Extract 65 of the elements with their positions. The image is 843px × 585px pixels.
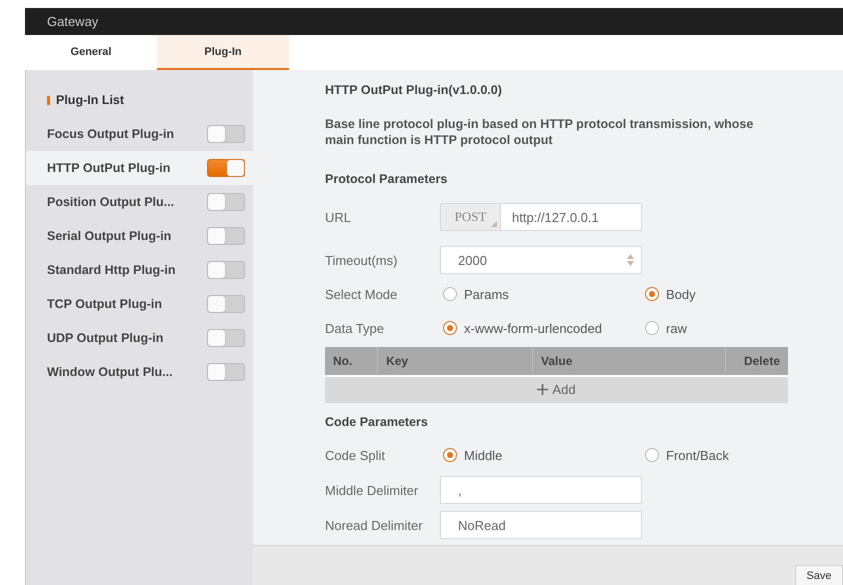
radio-button[interactable] <box>645 321 659 335</box>
plugin-item[interactable]: Position Output Plu... <box>26 185 253 219</box>
marker-icon <box>47 96 50 104</box>
window-title: Gateway <box>47 14 98 29</box>
plugin-name: Position Output Plu... <box>47 195 174 209</box>
input-field[interactable]: NoRead <box>440 511 642 539</box>
option-label: Front/Back <box>666 448 729 462</box>
radio-button[interactable] <box>645 448 659 462</box>
plugin-item[interactable]: Window Output Plu... <box>26 355 253 389</box>
spinner-icon[interactable] <box>627 254 634 266</box>
url-field[interactable]: POST http://127.0.0.1 <box>440 203 642 231</box>
radio-button[interactable] <box>443 321 457 335</box>
section-heading: Protocol Parameters <box>325 171 448 188</box>
tab[interactable]: Plug-In <box>157 35 289 70</box>
toggle-switch[interactable] <box>207 295 245 313</box>
save-button[interactable]: Save <box>795 565 843 585</box>
field-label: Timeout(ms) <box>325 252 398 268</box>
plugin-name: Serial Output Plug-in <box>47 229 172 243</box>
plugin-name: TCP Output Plug-in <box>47 297 162 311</box>
radio-button[interactable] <box>443 448 457 462</box>
field-label: Data Type <box>325 320 386 336</box>
plugin-title: HTTP OutPut Plug-in(v1.0.0.0) <box>325 82 503 98</box>
field-label: URL <box>325 210 352 224</box>
url-input[interactable]: http://127.0.0.1 <box>501 210 641 224</box>
plugin-item[interactable]: TCP Output Plug-in <box>26 287 253 321</box>
column-header: Key <box>378 347 533 376</box>
plugin-name: Standard Http Plug-in <box>47 263 176 277</box>
radio-button[interactable] <box>645 287 659 301</box>
column-header: No. <box>325 347 378 376</box>
plus-icon <box>537 384 548 395</box>
add-button[interactable]: Add <box>537 382 576 397</box>
field-label: Code Split <box>325 448 386 462</box>
radio-button[interactable] <box>443 287 457 301</box>
toggle-switch[interactable] <box>207 329 245 347</box>
plugin-description: Base line protocol plug-in based on HTTP protocol transmission, whose main function is HTTP protocol output <box>325 116 754 148</box>
plugin-item[interactable]: UDP Output Plug-in <box>26 321 253 355</box>
section-heading: Code Parameters <box>325 414 429 431</box>
toggle-switch[interactable] <box>207 363 245 381</box>
plugin-name: HTTP OutPut Plug-in <box>47 161 170 175</box>
toggle-switch[interactable] <box>207 227 245 245</box>
plugin-item[interactable]: Standard Http Plug-in <box>26 253 253 287</box>
number-field[interactable]: 2000 <box>440 246 642 274</box>
option-label: raw <box>666 320 687 336</box>
plugin-item[interactable]: HTTP OutPut Plug-in <box>26 151 253 185</box>
toggle-switch[interactable] <box>207 125 245 143</box>
option-label: Params <box>464 286 509 302</box>
field-label: Select Mode <box>325 286 398 302</box>
plugin-name: Focus Output Plug-in <box>47 127 174 141</box>
plugin-name: Window Output Plu... <box>47 365 173 379</box>
field-label: Noread Delimiter <box>325 518 424 532</box>
column-header: Value <box>532 347 726 376</box>
field-label: Middle Delimiter <box>325 482 420 498</box>
list-heading: Plug-In List <box>56 93 124 107</box>
column-header: Delete <box>726 347 788 376</box>
option-label: Middle <box>464 448 502 462</box>
option-label: Body <box>666 286 696 302</box>
toggle-switch[interactable] <box>207 159 245 177</box>
option-label: x-www-form-urlencoded <box>464 320 602 336</box>
input-field[interactable]: , <box>440 476 642 504</box>
plugin-item[interactable]: Serial Output Plug-in <box>26 219 253 253</box>
toggle-switch[interactable] <box>207 193 245 211</box>
toggle-switch[interactable] <box>207 261 245 279</box>
corner-caret-icon <box>491 221 497 227</box>
plugin-item[interactable]: Focus Output Plug-in <box>26 117 253 151</box>
plugin-name: UDP Output Plug-in <box>47 331 164 345</box>
